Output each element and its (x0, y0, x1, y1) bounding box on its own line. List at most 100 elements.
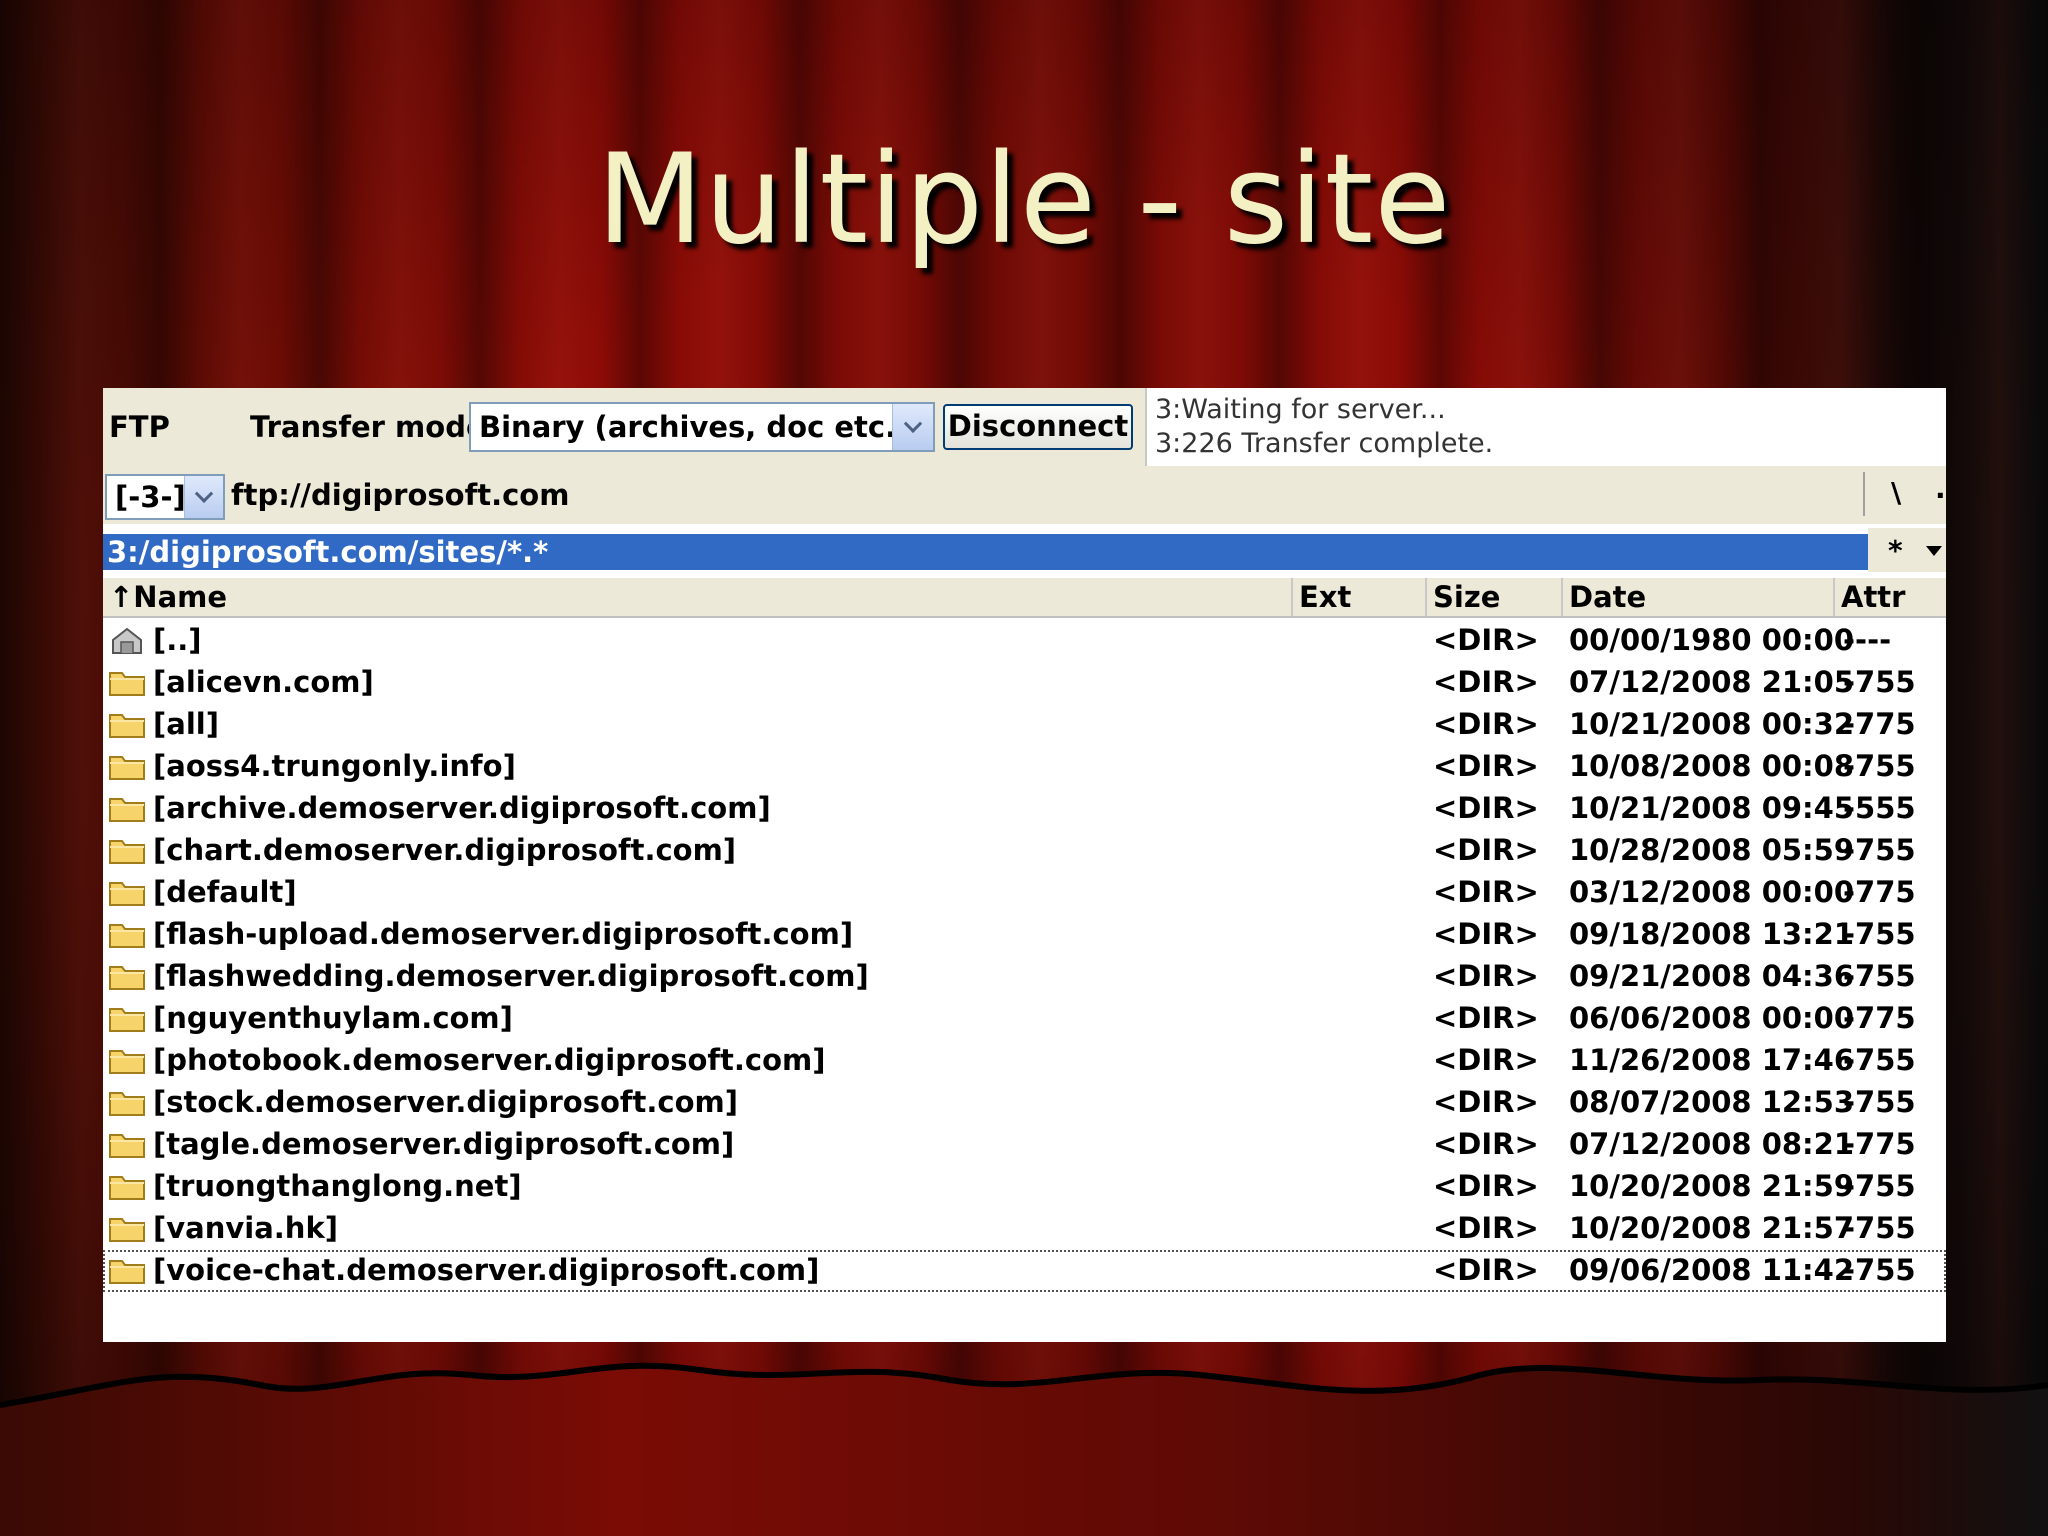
ftp-window: FTP Transfer mode Binary (archives, doc … (103, 388, 1946, 1342)
root-button[interactable]: \ (1891, 476, 1901, 509)
file-size: <DIR> (1433, 665, 1539, 699)
file-attr: -755 (1843, 1043, 1916, 1077)
file-size: <DIR> (1433, 791, 1539, 825)
folder-icon (109, 1046, 145, 1074)
column-date[interactable]: Date (1563, 578, 1835, 616)
file-size: <DIR> (1433, 707, 1539, 741)
file-size: <DIR> (1433, 1211, 1539, 1245)
file-size: <DIR> (1433, 1127, 1539, 1161)
file-size: <DIR> (1433, 1169, 1539, 1203)
file-size: <DIR> (1433, 833, 1539, 867)
file-attr: -755 (1843, 749, 1916, 783)
column-size[interactable]: Size (1427, 578, 1563, 616)
folder-icon (109, 1256, 145, 1284)
path-bar: [-3-] ftp://digiprosoft.com \ .. (103, 466, 1946, 524)
file-attr: -775 (1843, 1127, 1916, 1161)
table-row[interactable]: [..] <DIR> 00/00/1980 00:00 ---- (103, 620, 1946, 662)
folder-icon (109, 710, 145, 738)
divider (1863, 472, 1865, 516)
table-row[interactable]: [truongthanglong.net] <DIR> 10/20/2008 21:… (103, 1166, 1946, 1208)
transfer-mode-select[interactable]: Binary (archives, doc etc.) (469, 402, 935, 452)
file-attr: -775 (1843, 707, 1916, 741)
triangle-down-icon[interactable] (1926, 546, 1942, 556)
file-date: 09/21/2008 04:36 (1569, 959, 1855, 993)
column-ext[interactable]: Ext (1293, 578, 1427, 616)
filter-area: * (1868, 528, 1946, 572)
file-list-header: ↑Name Ext Size Date Attr (103, 578, 1946, 618)
file-attr: -755 (1843, 833, 1916, 867)
file-date: 00/00/1980 00:00 (1569, 623, 1855, 657)
file-size: <DIR> (1433, 1043, 1539, 1077)
file-date: 09/06/2008 11:42 (1569, 1253, 1855, 1287)
filter-button[interactable]: * (1888, 534, 1903, 567)
file-attr: ---- (1843, 623, 1892, 657)
table-row[interactable]: [archive.demoserver.digiprosoft.com] <DIR… (103, 788, 1946, 830)
table-row[interactable]: [flashwedding.demoserver.digiprosoft.com… (103, 956, 1946, 998)
transfer-mode-value: Binary (archives, doc etc.) (479, 410, 910, 444)
file-date: 08/07/2008 12:53 (1569, 1085, 1855, 1119)
column-attr[interactable]: Attr (1835, 578, 1946, 616)
table-row[interactable]: [photobook.demoserver.digiprosoft.com] <D… (103, 1040, 1946, 1082)
file-date: 06/06/2008 00:00 (1569, 1001, 1855, 1035)
table-row[interactable]: [tagle.demoserver.digiprosoft.com] <DIR> 0… (103, 1124, 1946, 1166)
table-row[interactable]: [alicevn.com] <DIR> 07/12/2008 21:05 -755 (103, 662, 1946, 704)
file-attr: -755 (1843, 917, 1916, 951)
folder-icon (109, 878, 145, 906)
file-name: [all] (153, 707, 219, 741)
folder-icon (109, 752, 145, 780)
table-row[interactable]: [flash-upload.demoserver.digiprosoft.com… (103, 914, 1946, 956)
file-attr: -755 (1843, 1253, 1916, 1287)
folder-icon (109, 668, 145, 696)
table-row[interactable]: [aoss4.trungonly.info] <DIR> 10/08/2008 00… (103, 746, 1946, 788)
file-size: <DIR> (1433, 749, 1539, 783)
chevron-down-icon[interactable] (892, 404, 933, 450)
transfer-mode-label: Transfer mode (250, 410, 486, 444)
connection-value: [-3-] (115, 480, 186, 514)
file-date: 10/21/2008 09:45 (1569, 791, 1855, 825)
file-attr: -555 (1843, 791, 1916, 825)
table-row[interactable]: [default] <DIR> 03/12/2008 00:00 -775 (103, 872, 1946, 914)
folder-icon (109, 920, 145, 948)
table-row[interactable]: [vanvia.hk] <DIR> 10/20/2008 21:57 -755 (103, 1208, 1946, 1250)
file-name: [photobook.demoserver.digiprosoft.com] (153, 1043, 826, 1077)
disconnect-button[interactable]: Disconnect (943, 404, 1133, 450)
file-date: 10/20/2008 21:57 (1569, 1211, 1855, 1245)
folder-icon (109, 1088, 145, 1116)
file-date: 10/20/2008 21:59 (1569, 1169, 1855, 1203)
ftp-toolbar: FTP Transfer mode Binary (archives, doc … (103, 388, 1946, 466)
log-line: 3:226 Transfer complete. (1155, 428, 1494, 459)
file-name: [flash-upload.demoserver.digiprosoft.com… (153, 917, 854, 951)
chevron-down-icon[interactable] (184, 476, 223, 518)
file-name: [..] (153, 623, 202, 657)
ftp-log: 3:Waiting for server... 3:226 Transfer c… (1145, 388, 1946, 466)
file-size: <DIR> (1433, 1085, 1539, 1119)
connection-select[interactable]: [-3-] (105, 474, 225, 520)
file-date: 10/21/2008 00:32 (1569, 707, 1855, 741)
file-attr: -755 (1843, 1085, 1916, 1119)
folder-icon (109, 1214, 145, 1242)
file-date: 11/26/2008 17:46 (1569, 1043, 1855, 1077)
file-name: [voice-chat.demoserver.digiprosoft.com] (153, 1253, 820, 1287)
table-row[interactable]: [voice-chat.demoserver.digiprosoft.com] <… (103, 1250, 1946, 1292)
file-name: [stock.demoserver.digiprosoft.com] (153, 1085, 738, 1119)
log-line: 3:Waiting for server... (1155, 394, 1446, 425)
up-button[interactable]: .. (1935, 472, 1946, 505)
file-name: [archive.demoserver.digiprosoft.com] (153, 791, 771, 825)
file-date: 10/28/2008 05:59 (1569, 833, 1855, 867)
folder-icon (109, 1004, 145, 1032)
file-attr: -755 (1843, 959, 1916, 993)
table-row[interactable]: [nguyenthuylam.com] <DIR> 06/06/2008 00:00… (103, 998, 1946, 1040)
table-row[interactable]: [chart.demoserver.digiprosoft.com] <DIR> 1… (103, 830, 1946, 872)
table-row[interactable]: [all] <DIR> 10/21/2008 00:32 -775 (103, 704, 1946, 746)
parent-folder-icon (109, 626, 145, 654)
current-path: 3:/digiprosoft.com/sites/*.* (103, 534, 1868, 570)
file-name: [vanvia.hk] (153, 1211, 338, 1245)
file-date: 03/12/2008 00:00 (1569, 875, 1855, 909)
file-name: [alicevn.com] (153, 665, 374, 699)
column-name[interactable]: ↑Name (103, 578, 1293, 616)
file-size: <DIR> (1433, 1253, 1539, 1287)
file-name: [truongthanglong.net] (153, 1169, 522, 1203)
table-row[interactable]: [stock.demoserver.digiprosoft.com] <DIR> 0… (103, 1082, 1946, 1124)
file-list: [..] <DIR> 00/00/1980 00:00 ---- [alicevn.co… (103, 620, 1946, 1292)
file-name: [default] (153, 875, 297, 909)
